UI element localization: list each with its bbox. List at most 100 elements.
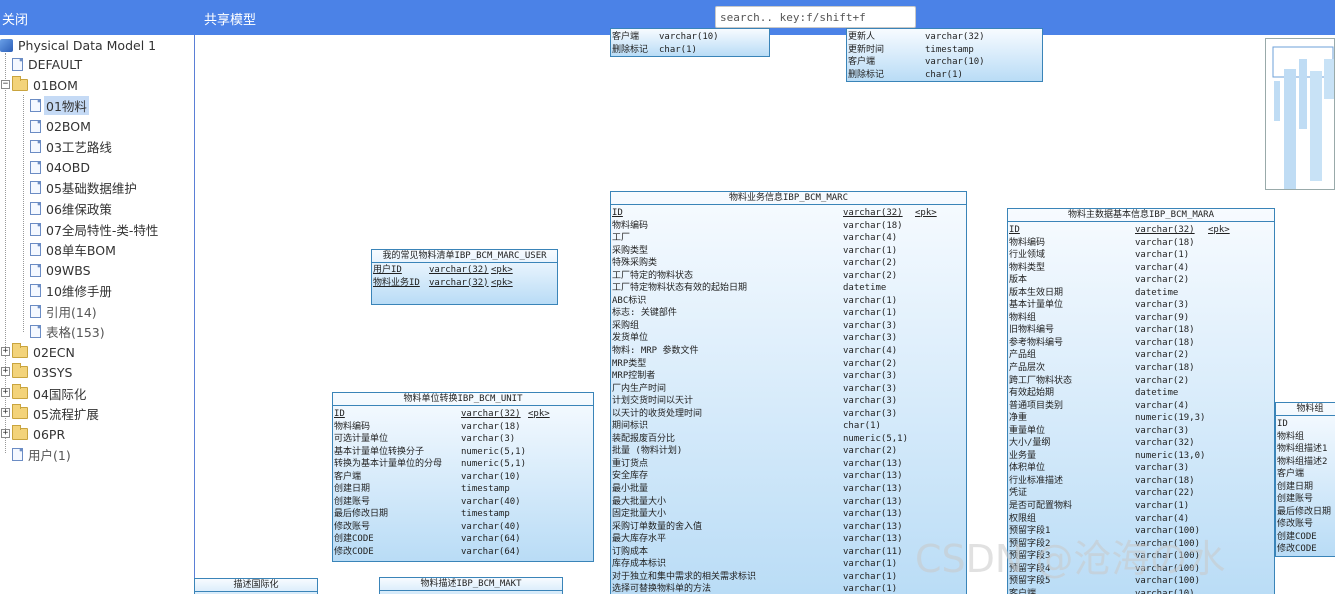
entity-table-partial[interactable]: 更新人 varchar(32) 更新时间 timestamp 客户端 varchar(10… — [846, 28, 1043, 82]
table-column-row[interactable]: 期间标识 char(1) — [611, 420, 966, 433]
table-column-row[interactable]: 物料组描述2 — [1276, 456, 1335, 469]
table-column-row[interactable]: 删除标记 char(1) — [847, 69, 1042, 81]
tree-item-06pr[interactable]: 06PR — [12, 424, 67, 444]
tree-item-04-i18n[interactable]: 04国际化 — [12, 383, 88, 403]
table-column-row[interactable]: 装配报废百分比 numeric(5,1) — [611, 433, 966, 446]
table-column-row[interactable]: 工厂特定的物料状态 varchar(2) — [611, 270, 966, 283]
table-column-row[interactable]: 预留字段5 varchar(100) — [1008, 575, 1274, 588]
entity-table-makt[interactable]: 物料描述IBP_BCM_MAKT — [379, 577, 563, 594]
table-column-row[interactable]: 采购组 varchar(3) — [611, 320, 966, 333]
table-column-row[interactable]: 行业领域 varchar(1) — [1008, 249, 1274, 262]
entity-table-unit[interactable]: 物料单位转换IBP_BCM_UNIT ID varchar(32) <pk> 物料编码 v… — [332, 392, 594, 562]
table-column-row[interactable]: 旧物料编号 varchar(18) — [1008, 324, 1274, 337]
tree-item-02bom[interactable]: 02BOM — [30, 116, 93, 136]
table-column-row[interactable]: 物料编码 varchar(18) — [611, 220, 966, 233]
table-column-row[interactable]: 有效起始期 datetime — [1008, 387, 1274, 400]
table-column-row[interactable]: 净重 numeric(19,3) — [1008, 412, 1274, 425]
table-column-row[interactable]: 最小批量 varchar(13) — [611, 483, 966, 496]
entity-table-i18n-partial[interactable]: 描述国际化 — [194, 578, 318, 594]
table-column-row[interactable]: 最大批量大小 varchar(13) — [611, 496, 966, 509]
tree-item-03sys[interactable]: 03SYS — [12, 362, 74, 382]
table-column-row[interactable]: 版本生效日期 datetime — [1008, 287, 1274, 300]
tree-root[interactable]: Physical Data Model 1 — [0, 35, 158, 55]
table-column-row[interactable]: 批量 (物料计划) varchar(2) — [611, 445, 966, 458]
table-column-row[interactable]: 可选计量单位 varchar(3) — [333, 433, 593, 446]
table-column-row[interactable]: 采购订单数量的舍入值 varchar(13) — [611, 521, 966, 534]
table-column-row[interactable]: 删除标记 char(1) — [611, 44, 769, 56]
table-column-row[interactable]: 普通项目类别 varchar(4) — [1008, 400, 1274, 413]
table-column-row[interactable]: 基本计量单位转换分子 numeric(5,1) — [333, 446, 593, 459]
table-column-row[interactable]: 是否可配置物料 varchar(1) — [1008, 500, 1274, 513]
table-column-row[interactable]: 修改账号 — [1276, 518, 1335, 531]
table-column-row[interactable]: 创建日期 — [1276, 481, 1335, 494]
table-column-row[interactable]: 以天计的收货处理时间 varchar(3) — [611, 408, 966, 421]
table-column-row[interactable]: 安全库存 varchar(13) — [611, 470, 966, 483]
tree-item-03-routing[interactable]: 03工艺路线 — [30, 136, 114, 156]
tree-item-01-material[interactable]: 01物料 — [30, 95, 89, 115]
table-column-row[interactable]: 创建CODE — [1276, 531, 1335, 544]
table-column-row[interactable]: ID — [1276, 418, 1335, 431]
table-column-row[interactable]: 重订货点 varchar(13) — [611, 458, 966, 471]
table-column-row[interactable]: 权限组 varchar(4) — [1008, 513, 1274, 526]
table-column-row[interactable]: 修改账号 varchar(40) — [333, 521, 593, 534]
tree-item-default[interactable]: DEFAULT — [12, 54, 84, 74]
table-column-row[interactable]: 客户端 varchar(10) — [847, 56, 1042, 69]
table-column-row[interactable]: 物料业务ID varchar(32) <pk> — [372, 277, 557, 290]
table-column-row[interactable]: 物料组 — [1276, 431, 1335, 444]
entity-table-partial[interactable]: 客户端 varchar(10) 删除标记 char(1) — [610, 28, 770, 57]
table-column-row[interactable]: 客户端 — [1276, 468, 1335, 481]
table-column-row[interactable]: 发货单位 varchar(3) — [611, 332, 966, 345]
table-column-row[interactable]: 客户端 varchar(10) — [611, 31, 769, 44]
tree-item-tables[interactable]: 表格(153) — [30, 321, 107, 341]
table-column-row[interactable]: 重量单位 varchar(3) — [1008, 425, 1274, 438]
entity-table-marc-user[interactable]: 我的常见物料清单IBP_BCM_MARC_USER 用户ID varchar(32)… — [371, 249, 558, 305]
table-column-row[interactable]: 用户ID varchar(32) <pk> — [372, 264, 557, 277]
tree-item-10-manual[interactable]: 10维修手册 — [30, 280, 114, 300]
table-column-row[interactable]: 行业标准描述 varchar(18) — [1008, 475, 1274, 488]
tree-item-09wbs[interactable]: 09WBS — [30, 260, 93, 280]
entity-table-marc[interactable]: 物料业务信息IBP_BCM_MARC ID varchar(32) <pk> 物料编码 v… — [610, 191, 967, 594]
table-column-row[interactable]: 客户端 varchar(10) — [1008, 588, 1274, 594]
table-column-row[interactable]: ABC标识 varchar(1) — [611, 295, 966, 308]
tree-item-references[interactable]: 引用(14) — [30, 301, 99, 321]
table-column-row[interactable]: 预留字段2 varchar(100) — [1008, 538, 1274, 551]
table-column-row[interactable]: MRP控制者 varchar(3) — [611, 370, 966, 383]
table-column-row[interactable]: 物料类型 varchar(4) — [1008, 262, 1274, 275]
table-column-row[interactable]: 特殊采购类 varchar(2) — [611, 257, 966, 270]
table-column-row[interactable]: 跨工厂物料状态 varchar(2) — [1008, 375, 1274, 388]
table-column-row[interactable]: 大小/量纲 varchar(32) — [1008, 437, 1274, 450]
table-column-row[interactable]: 物料编码 varchar(18) — [1008, 237, 1274, 250]
tree-item-05-flow[interactable]: 05流程扩展 — [12, 403, 101, 423]
table-column-row[interactable]: ID varchar(32) <pk> — [1008, 224, 1274, 237]
tree-item-01bom[interactable]: 01BOM — [12, 75, 80, 95]
table-column-row[interactable]: 产品层次 varchar(18) — [1008, 362, 1274, 375]
table-column-row[interactable]: 最后修改日期 timestamp — [333, 508, 593, 521]
expand-icon[interactable]: + — [1, 367, 10, 376]
table-column-row[interactable]: 业务量 numeric(13,0) — [1008, 450, 1274, 463]
table-column-row[interactable]: 订购成本 varchar(11) — [611, 546, 966, 559]
table-column-row[interactable]: 参考物料编号 varchar(18) — [1008, 337, 1274, 350]
table-column-row[interactable]: 产品组 varchar(2) — [1008, 349, 1274, 362]
tree-item-02ecn[interactable]: 02ECN — [12, 342, 77, 362]
expand-icon[interactable]: + — [1, 429, 10, 438]
entity-table-material-group[interactable]: 物料组 ID 物料组 物料组描述1 物料组描述2 客户端 创建日期 创建账号 最后修改日期 修改账… — [1275, 402, 1335, 557]
table-column-row[interactable]: 采购类型 varchar(1) — [611, 245, 966, 258]
collapse-icon[interactable]: − — [1, 80, 10, 89]
table-column-row[interactable]: 计划交货时间以天计 varchar(3) — [611, 395, 966, 408]
table-column-row[interactable]: ID varchar(32) <pk> — [333, 408, 593, 421]
table-column-row[interactable]: 库存成本标识 varchar(1) — [611, 558, 966, 571]
entity-table-mara[interactable]: 物料主数据基本信息IBP_BCM_MARA ID varchar(32) <pk> 物料… — [1007, 208, 1275, 594]
table-column-row[interactable]: 固定批量大小 varchar(13) — [611, 508, 966, 521]
table-column-row[interactable]: 物料组 varchar(9) — [1008, 312, 1274, 325]
tree-item-users[interactable]: 用户(1) — [12, 444, 73, 464]
table-column-row[interactable]: 标志: 关键部件 varchar(1) — [611, 307, 966, 320]
table-column-row[interactable]: 厂内生产时间 varchar(3) — [611, 383, 966, 396]
table-column-row[interactable]: 创建账号 — [1276, 493, 1335, 506]
table-column-row[interactable]: 选择可替换物料单的方法 varchar(1) — [611, 583, 966, 594]
tree-item-07-features[interactable]: 07全局特性-类-特性 — [30, 219, 160, 239]
table-column-row[interactable]: 基本计量单位 varchar(3) — [1008, 299, 1274, 312]
expand-icon[interactable]: + — [1, 347, 10, 356]
close-button[interactable]: 关闭 — [2, 9, 28, 28]
table-column-row[interactable]: 更新时间 timestamp — [847, 44, 1042, 57]
table-column-row[interactable]: 对于独立和集中需求的相关需求标识 varchar(1) — [611, 571, 966, 584]
